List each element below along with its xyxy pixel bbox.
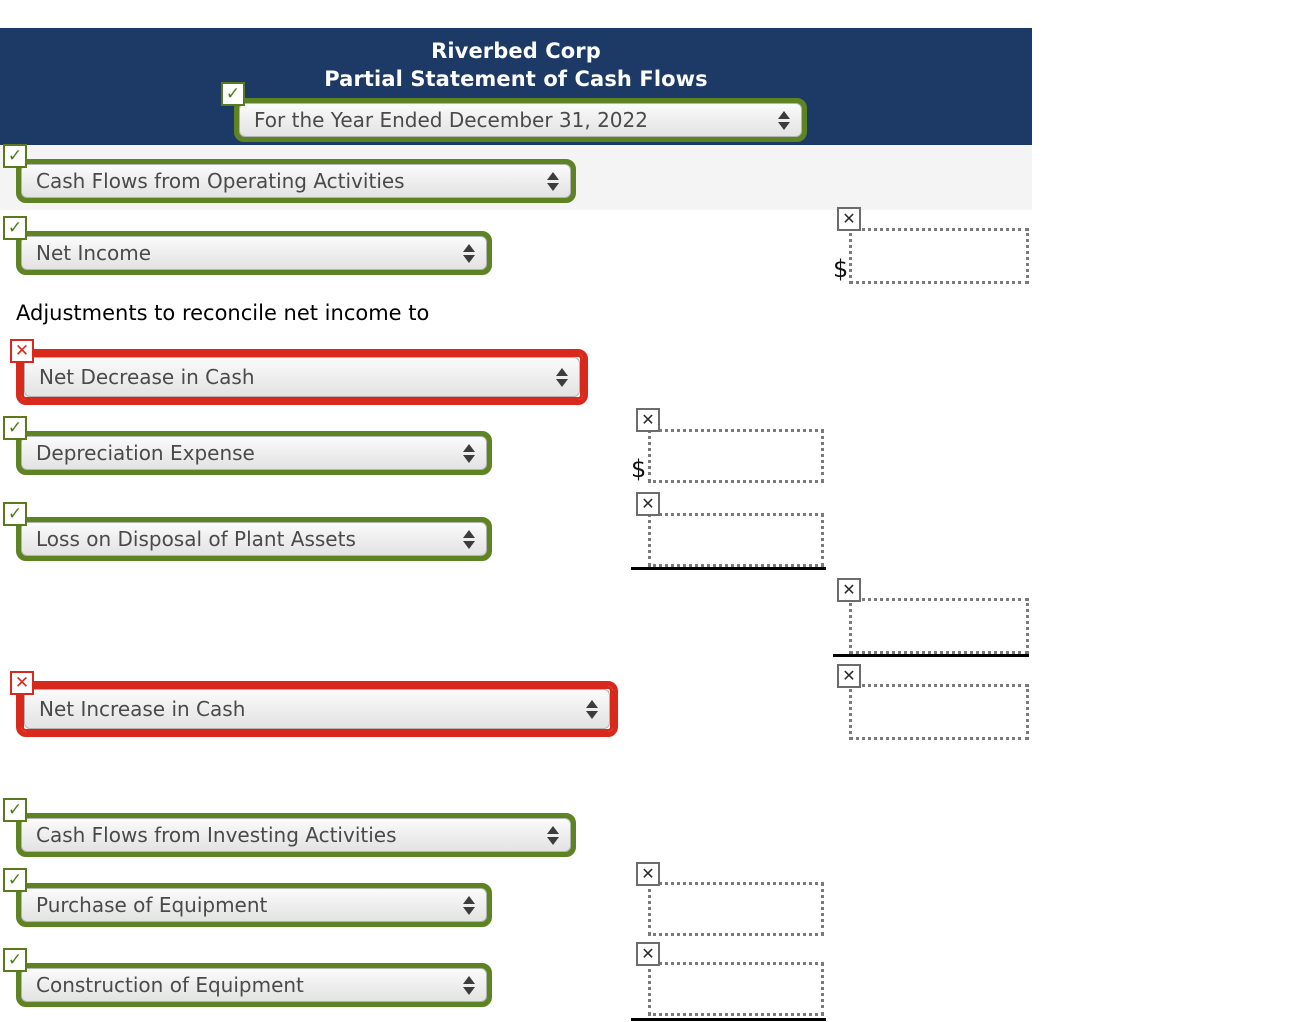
- status-badge-depreciation-correct: ✓: [3, 416, 27, 440]
- check-icon: ✓: [7, 217, 23, 238]
- status-badge-total-adjustments-incorrect: ✕: [837, 578, 861, 602]
- check-icon: ✓: [7, 869, 23, 890]
- loss-disposal-select[interactable]: Loss on Disposal of Plant Assets: [16, 517, 492, 561]
- cross-icon: ✕: [842, 209, 856, 228]
- net-income-select[interactable]: Net Income: [16, 231, 492, 275]
- status-badge-loss-disposal-correct: ✓: [3, 502, 27, 526]
- cross-icon: ✕: [641, 944, 655, 963]
- period-select-value: For the Year Ended December 31, 2022: [254, 108, 648, 132]
- status-badge-operating-section-correct: ✓: [3, 144, 27, 168]
- cross-icon: ✕: [842, 580, 856, 599]
- check-icon: ✓: [7, 949, 23, 970]
- check-icon: ✓: [225, 83, 241, 104]
- loss-disposal-amount-input[interactable]: [648, 513, 824, 567]
- cross-icon: ✕: [842, 666, 856, 685]
- period-select[interactable]: For the Year Ended December 31, 2022: [234, 98, 807, 142]
- subtotal-rule-operating: [833, 654, 1029, 657]
- cross-icon: ✕: [641, 410, 655, 429]
- status-badge-period-correct: ✓: [221, 82, 245, 106]
- chevron-updown-icon[interactable]: [462, 972, 475, 998]
- depreciation-amount-input[interactable]: [648, 429, 824, 483]
- chevron-updown-icon[interactable]: [546, 822, 559, 848]
- check-icon: ✓: [7, 799, 23, 820]
- chevron-updown-icon[interactable]: [585, 696, 598, 722]
- status-badge-depreciation-amount-incorrect: ✕: [636, 408, 660, 432]
- net-income-amount-input[interactable]: [849, 228, 1029, 284]
- construction-equipment-select-value: Construction of Equipment: [36, 973, 304, 997]
- cross-icon: ✕: [641, 494, 655, 513]
- purchase-equipment-select[interactable]: Purchase of Equipment: [16, 883, 492, 927]
- check-icon: ✓: [7, 503, 23, 524]
- net-operating-amount-input[interactable]: [849, 684, 1029, 740]
- company-name: Riverbed Corp: [431, 39, 601, 63]
- status-badge-purchase-equip-amount-incorrect: ✕: [636, 862, 660, 886]
- depreciation-select[interactable]: Depreciation Expense: [16, 431, 492, 475]
- cross-icon: ✕: [14, 340, 30, 361]
- net-decrease-cash-select[interactable]: Net Decrease in Cash: [16, 349, 588, 405]
- cross-icon: ✕: [641, 864, 655, 883]
- net-increase-cash-select[interactable]: Net Increase in Cash: [16, 681, 618, 737]
- status-badge-net-decrease-cash-incorrect: ✕: [10, 339, 34, 363]
- status-badge-investing-section-correct: ✓: [3, 798, 27, 822]
- status-badge-construction-amount-incorrect: ✕: [636, 942, 660, 966]
- chevron-updown-icon[interactable]: [462, 892, 475, 918]
- chevron-updown-icon[interactable]: [462, 240, 475, 266]
- chevron-updown-icon[interactable]: [555, 364, 568, 390]
- purchase-equip-amount-input[interactable]: [648, 882, 824, 936]
- status-badge-loss-disposal-amount-incorrect: ✕: [636, 492, 660, 516]
- net-increase-cash-select-value: Net Increase in Cash: [39, 697, 246, 721]
- chevron-updown-icon[interactable]: [546, 168, 559, 194]
- chevron-updown-icon[interactable]: [462, 526, 475, 552]
- cash-flow-statement-worksheet: Riverbed Corp Partial Statement of Cash …: [0, 0, 1306, 1022]
- currency-symbol-depreciation: $: [631, 455, 647, 483]
- status-badge-net-income-correct: ✓: [3, 216, 27, 240]
- net-decrease-cash-select-value: Net Decrease in Cash: [39, 365, 255, 389]
- net-income-select-value: Net Income: [36, 241, 152, 265]
- depreciation-select-value: Depreciation Expense: [36, 441, 255, 465]
- chevron-updown-icon[interactable]: [462, 440, 475, 466]
- purchase-equipment-select-value: Purchase of Equipment: [36, 893, 268, 917]
- operating-section-select[interactable]: Cash Flows from Operating Activities: [16, 159, 576, 203]
- cross-icon: ✕: [14, 672, 30, 693]
- check-icon: ✓: [7, 145, 23, 166]
- status-badge-construction-equipment-correct: ✓: [3, 948, 27, 972]
- subtotal-rule-investing: [631, 1018, 826, 1021]
- status-badge-purchase-equipment-correct: ✓: [3, 868, 27, 892]
- currency-symbol-net-income: $: [833, 255, 849, 283]
- statement-title: Partial Statement of Cash Flows: [324, 66, 708, 91]
- chevron-updown-icon[interactable]: [777, 107, 790, 133]
- subtotal-rule-adjustments: [631, 567, 826, 570]
- investing-section-select[interactable]: Cash Flows from Investing Activities: [16, 813, 576, 857]
- status-badge-net-operating-amount-incorrect: ✕: [837, 664, 861, 688]
- status-badge-net-increase-cash-incorrect: ✕: [10, 671, 34, 695]
- loss-disposal-select-value: Loss on Disposal of Plant Assets: [36, 527, 356, 551]
- investing-section-select-value: Cash Flows from Investing Activities: [36, 823, 397, 847]
- construction-equipment-select[interactable]: Construction of Equipment: [16, 963, 492, 1007]
- status-badge-net-income-amount-incorrect: ✕: [837, 207, 861, 231]
- check-icon: ✓: [7, 417, 23, 438]
- adjustments-note-text: Adjustments to reconcile net income to: [16, 301, 430, 325]
- operating-section-select-value: Cash Flows from Operating Activities: [36, 169, 405, 193]
- total-adjustments-amount-input[interactable]: [849, 598, 1029, 654]
- construction-amount-input[interactable]: [648, 962, 824, 1016]
